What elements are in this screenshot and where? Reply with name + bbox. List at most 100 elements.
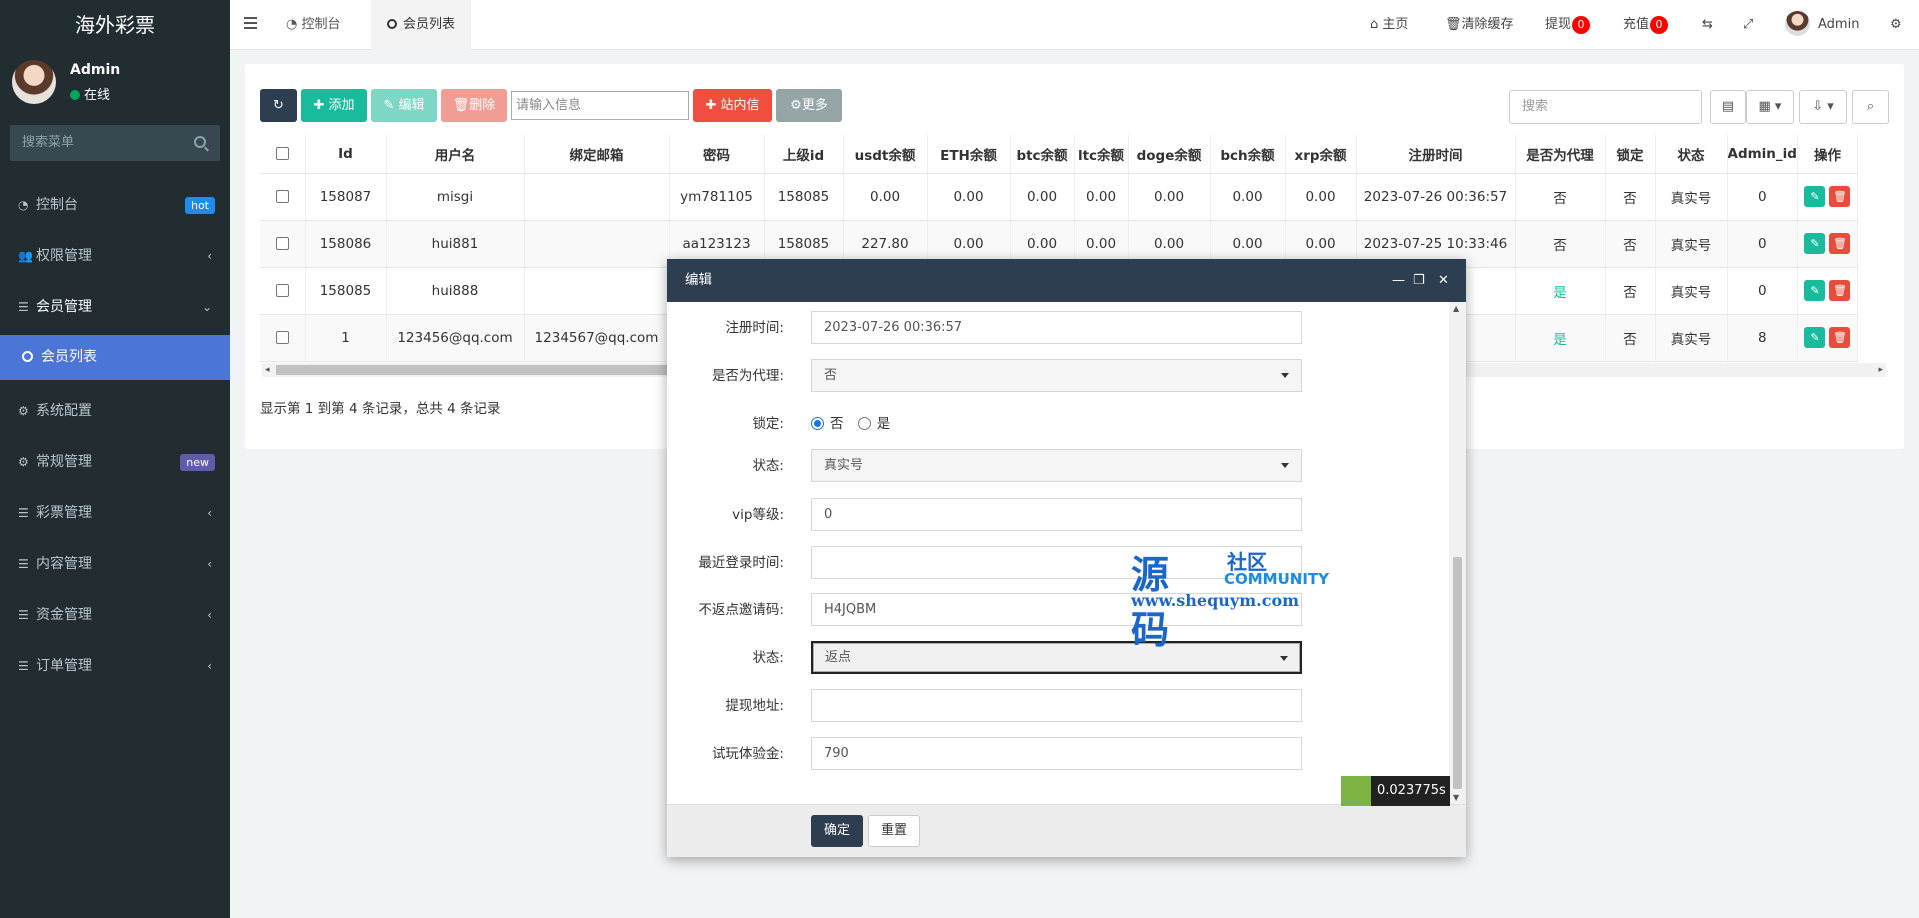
menu-toggle-icon[interactable] [244, 17, 257, 32]
row-checkbox[interactable] [260, 314, 306, 362]
status-select[interactable]: 真实号 [811, 449, 1302, 482]
is-agent-select[interactable]: 否 [811, 359, 1302, 392]
chevron-left-icon: ‹ [207, 659, 212, 673]
column-header[interactable]: 绑定邮箱 [524, 135, 670, 174]
export-icon[interactable]: ⇩ ▾ [1799, 90, 1847, 124]
info-input[interactable]: 请输入信息 [511, 91, 689, 120]
row-checkbox[interactable] [260, 267, 306, 315]
table-row[interactable]: 158087 misgi ym781105 158085 0.00 0.00 0.00 0.0… [260, 173, 1858, 221]
refresh-button[interactable]: ↻ [260, 89, 297, 122]
debug-timer[interactable]: 0.023775s [1341, 776, 1450, 806]
column-header[interactable]: 密码 [669, 135, 765, 174]
table-cell: 8 [1727, 314, 1798, 362]
sidebar-item-content[interactable]: ☰ 内容管理 ‹ [0, 539, 230, 590]
table-search-input[interactable]: 搜索 [1509, 90, 1702, 124]
row-delete-button[interactable]: 🗑 [1829, 233, 1851, 254]
select-all-checkbox[interactable] [260, 135, 306, 174]
sidebar-item-system-config[interactable]: ⚙ 系统配置 [0, 386, 230, 437]
rebate-status-select[interactable]: 返点 [811, 641, 1302, 674]
more-button[interactable]: ⚙更多 [776, 89, 842, 122]
admin-menu[interactable]: Admin [1785, 0, 1859, 50]
sidebar-item-lottery[interactable]: ☰ 彩票管理 ‹ [0, 488, 230, 539]
search-icon[interactable]: ⌕ [1852, 90, 1889, 124]
column-header[interactable]: doge余额 [1128, 135, 1211, 174]
sidebar-item-members[interactable]: ☰ 会员管理 ⌄ [0, 282, 230, 333]
settings-gears-icon[interactable]: ⚙ [1890, 0, 1902, 50]
row-delete-button[interactable]: 🗑 [1829, 280, 1851, 301]
list-icon: ☰ [18, 659, 29, 673]
table-cell: 158085 [305, 267, 387, 315]
close-icon[interactable]: ✕ [1438, 259, 1449, 302]
row-edit-button[interactable]: ✎ [1804, 280, 1826, 301]
sidebar-item-funds[interactable]: ☰ 资金管理 ‹ [0, 590, 230, 641]
modal-header[interactable]: 编辑 — ❐ ✕ [667, 259, 1466, 302]
edit-label: 编辑 [398, 98, 425, 113]
message-button[interactable]: ✚ 站内信 [693, 89, 772, 122]
locked-radio-no[interactable]: 否 [811, 416, 844, 432]
add-label: 添加 [328, 98, 355, 113]
confirm-button[interactable]: 确定 [811, 815, 863, 847]
clear-cache-link[interactable]: 🗑清除缓存 [1445, 0, 1514, 50]
fullscreen-icon[interactable]: ⤢ [1743, 0, 1753, 50]
chevron-left-icon: ‹ [207, 557, 212, 571]
column-header[interactable]: btc余额 [1010, 135, 1075, 174]
sidebar-item-permissions[interactable]: 👥 权限管理 ‹ [0, 231, 230, 282]
sidebar-item-member-list[interactable]: 会员列表 [0, 335, 230, 380]
column-header[interactable]: xrp余额 [1285, 135, 1357, 174]
tab-dashboard[interactable]: ◔ 控制台 [270, 0, 357, 50]
withdraw-address-field[interactable] [811, 689, 1302, 722]
row-checkbox[interactable] [260, 173, 306, 221]
row-edit-button[interactable]: ✎ [1804, 233, 1826, 254]
column-header[interactable]: 上级id [764, 135, 844, 174]
toggle-view-icon[interactable]: ▤ [1710, 90, 1746, 124]
row-delete-button[interactable]: 🗑 [1829, 327, 1851, 348]
search-icon[interactable] [194, 136, 206, 148]
row-actions: ✎ 🗑 [1797, 220, 1858, 268]
column-header[interactable]: Id [305, 135, 387, 174]
sidebar-item-orders[interactable]: ☰ 订单管理 ‹ [0, 641, 230, 692]
locked-radio-yes[interactable]: 是 [857, 416, 890, 432]
reset-button[interactable]: 重置 [868, 815, 920, 847]
column-header[interactable]: 用户名 [386, 135, 525, 174]
sidebar-item-label: 常规管理 [36, 454, 92, 470]
row-edit-button[interactable]: ✎ [1804, 327, 1826, 348]
register-time-field[interactable]: 2023-07-26 00:36:57 [811, 311, 1302, 344]
sidebar-item-general[interactable]: ⚙ 常规管理 new [0, 437, 230, 488]
add-button[interactable]: ✚ 添加 [301, 89, 367, 122]
table-cell [524, 173, 670, 221]
sidebar-item-label: 权限管理 [36, 248, 92, 264]
column-header[interactable]: ETH余额 [927, 135, 1011, 174]
brand-title[interactable]: 海外彩票 [0, 0, 230, 50]
column-header[interactable]: usdt余额 [843, 135, 928, 174]
sidebar-item-dashboard[interactable]: ◔ 控制台 hot [0, 180, 230, 231]
table-cell: 否 [1515, 173, 1606, 221]
table-cell: 否 [1515, 220, 1606, 268]
row-edit-button[interactable]: ✎ [1804, 186, 1826, 207]
column-header[interactable]: Admin_id [1727, 135, 1798, 174]
withdraw-link[interactable]: 提现 0 [1545, 0, 1591, 50]
column-header[interactable]: 是否为代理 [1515, 135, 1606, 174]
table-cell: 158086 [305, 220, 387, 268]
row-checkbox[interactable] [260, 220, 306, 268]
delete-button[interactable]: 🗑删除 [441, 89, 507, 122]
edit-button[interactable]: ✎ 编辑 [371, 89, 437, 122]
table-cell: 否 [1605, 267, 1656, 315]
maximize-icon[interactable]: ❐ [1413, 259, 1425, 302]
language-icon[interactable]: ⇆ [1702, 0, 1713, 50]
column-header[interactable]: ltc余额 [1074, 135, 1129, 174]
column-header[interactable]: 状态 [1655, 135, 1728, 174]
columns-icon[interactable]: ▦ ▾ [1746, 90, 1794, 124]
user-panel: Admin 在线 [0, 50, 230, 120]
row-delete-button[interactable]: 🗑 [1829, 186, 1851, 207]
column-header[interactable]: bch余额 [1210, 135, 1286, 174]
minimize-icon[interactable]: — [1392, 259, 1405, 302]
trial-fund-field[interactable]: 790 [811, 737, 1302, 770]
column-header[interactable]: 锁定 [1605, 135, 1656, 174]
home-link[interactable]: ⌂ 主页 [1370, 0, 1408, 50]
modal-scrollbar[interactable]: ▲ ▼ [1449, 302, 1466, 804]
column-header[interactable]: 注册时间 [1356, 135, 1516, 174]
menu-search-input[interactable]: 搜索菜单 [10, 125, 220, 161]
recharge-link[interactable]: 充值 0 [1623, 0, 1669, 50]
vip-level-field[interactable]: 0 [811, 498, 1302, 531]
tab-member-list[interactable]: 会员列表 [371, 0, 472, 50]
